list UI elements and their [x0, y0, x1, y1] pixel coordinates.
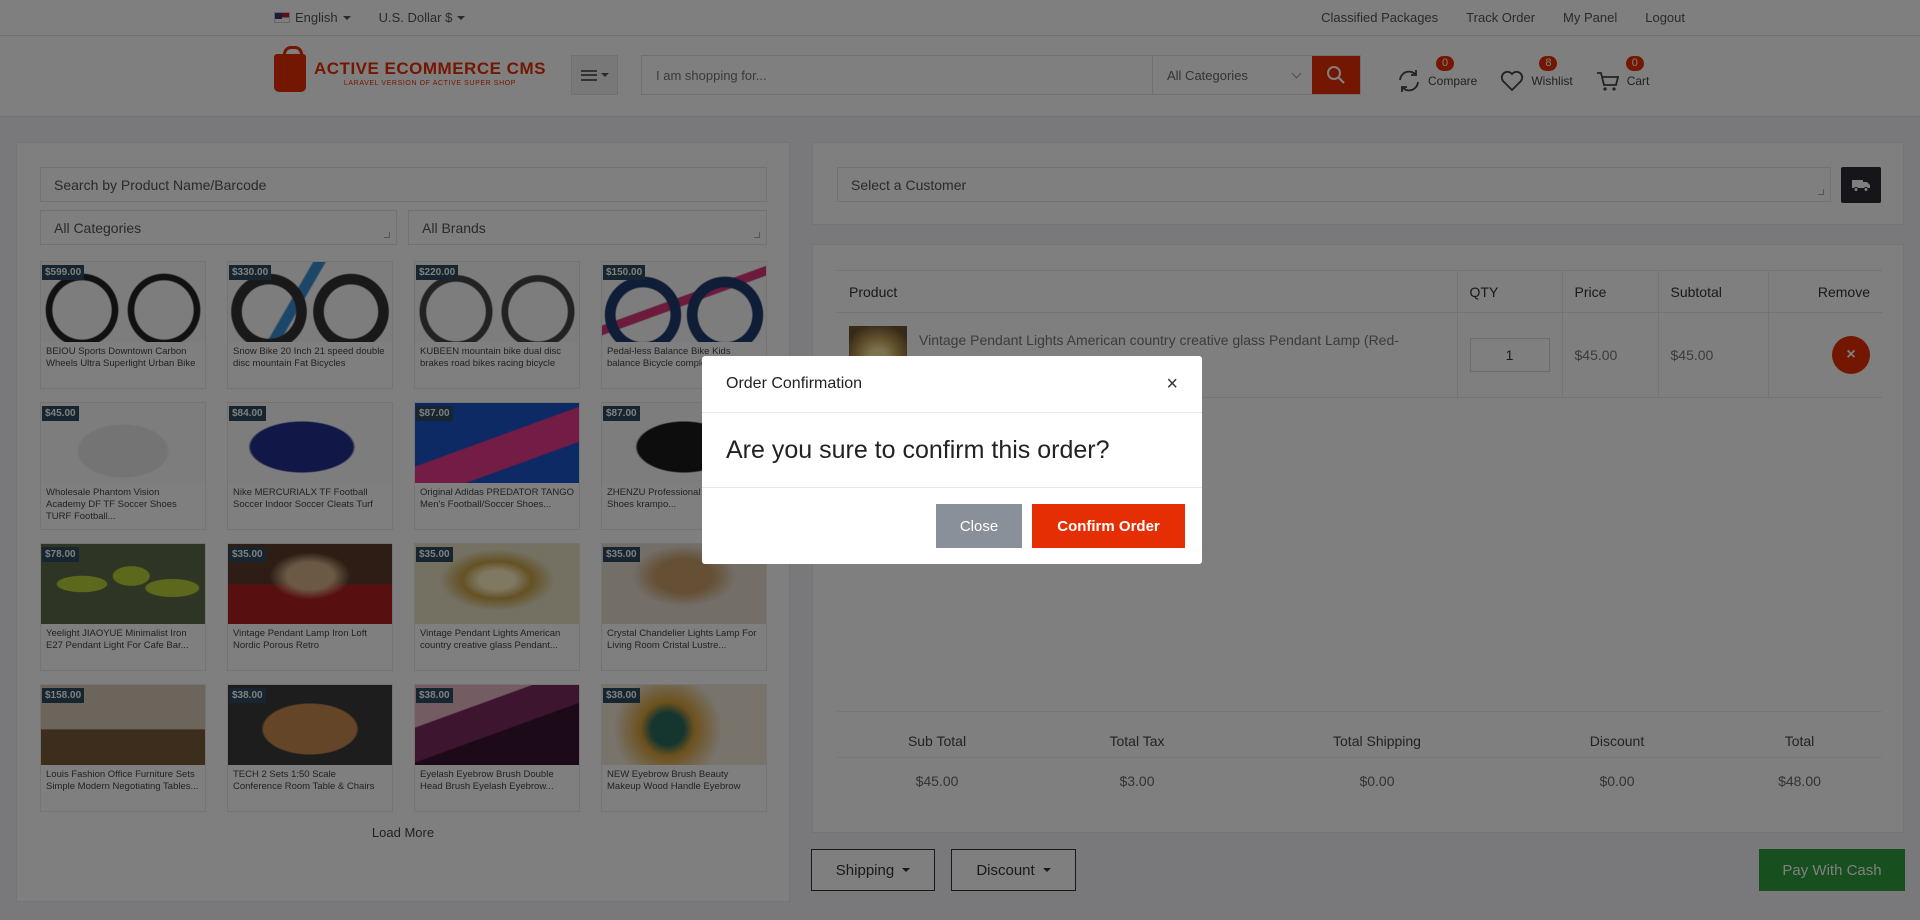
modal-header: Order Confirmation ×	[702, 356, 1202, 413]
order-confirmation-modal: Order Confirmation × Are you sure to con…	[702, 356, 1202, 564]
modal-footer: Close Confirm Order	[702, 488, 1202, 564]
modal-body: Are you sure to confirm this order?	[702, 413, 1202, 488]
confirm-order-button[interactable]: Confirm Order	[1032, 504, 1185, 548]
modal-close-icon[interactable]: ×	[1166, 373, 1178, 396]
modal-title: Order Confirmation	[726, 375, 863, 392]
modal-message: Are you sure to confirm this order?	[726, 435, 1110, 464]
modal-close-button[interactable]: Close	[936, 504, 1022, 548]
